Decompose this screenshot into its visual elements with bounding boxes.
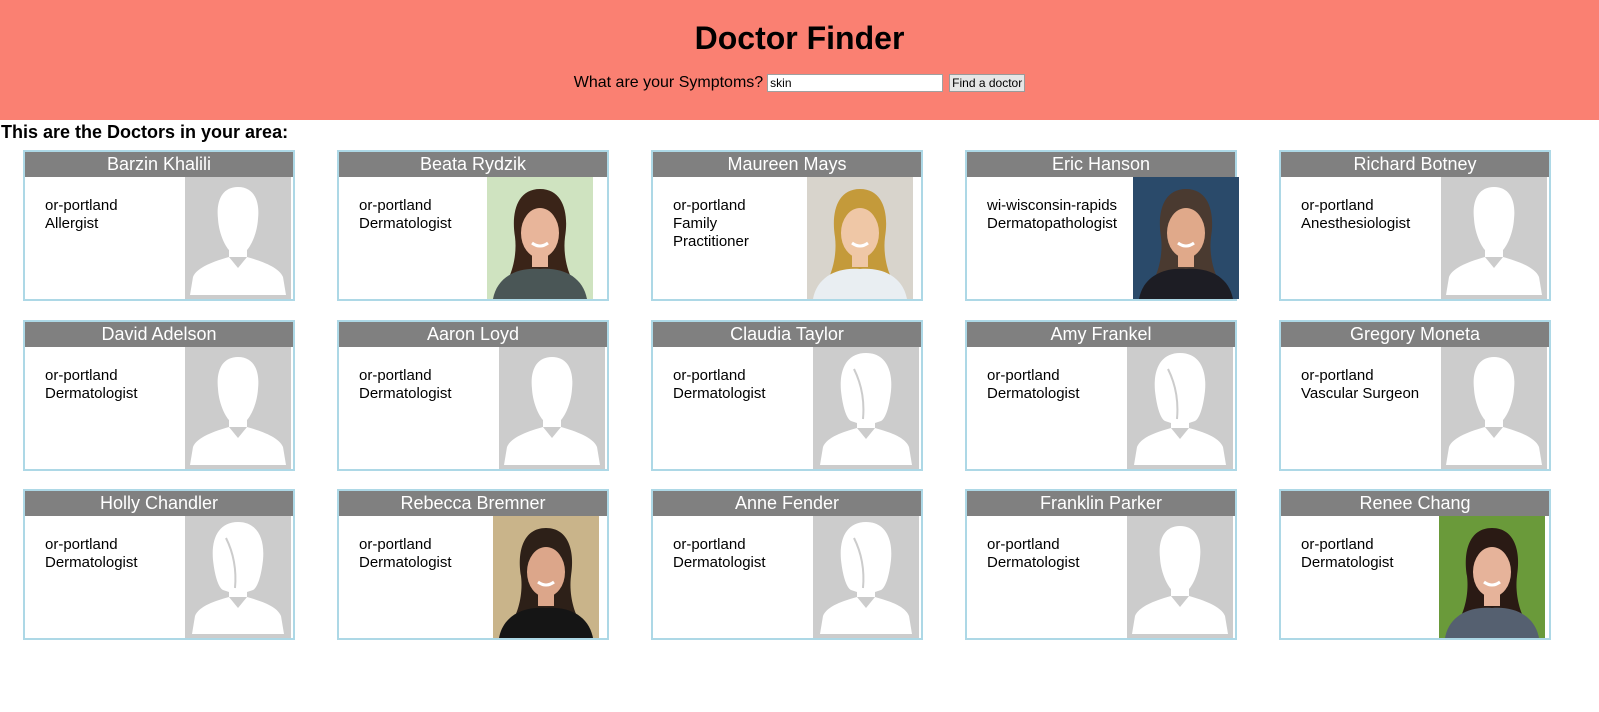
placeholder-avatar-icon xyxy=(1441,347,1547,469)
doctor-info: or-portland Dermatologist xyxy=(359,367,499,403)
placeholder-avatar-icon xyxy=(813,516,919,638)
doctor-specialty: Dermatologist xyxy=(987,385,1080,402)
doctor-location: or-portland xyxy=(1301,536,1374,553)
doctor-specialty: Dermatologist xyxy=(987,554,1080,571)
doctor-info: or-portland Anesthesiologist xyxy=(1301,197,1441,233)
placeholder-avatar-icon xyxy=(813,347,919,469)
doctor-card[interactable]: Beata Rydzik or-portland Dermatologist xyxy=(337,150,609,301)
doctor-location: or-portland xyxy=(673,367,746,384)
doctor-location: or-portland xyxy=(1301,367,1374,384)
doctor-specialty: Dermatologist xyxy=(359,215,452,232)
doctor-info: or-portland Dermatologist xyxy=(673,536,813,572)
doctor-specialty: Dermatologist xyxy=(673,385,766,402)
doctor-name: Maureen Mays xyxy=(653,152,921,177)
doctor-specialty: Dermatologist xyxy=(45,554,138,571)
doctor-info: or-portland Dermatologist xyxy=(987,367,1127,403)
placeholder-avatar-icon xyxy=(1441,177,1547,299)
doctor-card[interactable]: Maureen Mays or-portland Family Practition… xyxy=(651,150,923,301)
doctor-location: or-portland xyxy=(45,536,118,553)
doctor-card[interactable]: Gregory Moneta or-portland Vascular Surgeo… xyxy=(1279,320,1551,471)
doctor-specialty: Dermatopathologist xyxy=(987,215,1118,232)
symptom-label: What are your Symptoms? xyxy=(573,74,764,91)
doctor-specialty: Allergist xyxy=(45,215,99,232)
doctor-info: or-portland Allergist xyxy=(45,197,185,233)
doctor-info: or-portland Dermatologist xyxy=(45,367,185,403)
doctor-photo xyxy=(1439,516,1545,638)
doctor-specialty: Family Practitioner xyxy=(673,215,749,250)
symptom-input[interactable] xyxy=(767,74,944,92)
doctor-name: Barzin Khalili xyxy=(25,152,293,177)
placeholder-avatar-icon xyxy=(499,347,605,469)
placeholder-avatar-icon xyxy=(185,347,291,469)
doctor-name: Franklin Parker xyxy=(967,491,1235,516)
doctor-grid: Barzin Khalili or-portland Allergist Beata… xyxy=(0,142,1599,702)
doctor-location: or-portland xyxy=(359,197,432,214)
doctor-location: or-portland xyxy=(673,197,746,214)
doctor-info: or-portland Dermatologist xyxy=(359,197,499,233)
doctor-photo xyxy=(807,177,913,299)
doctor-card[interactable]: Anne Fender or-portland Dermatologist xyxy=(651,489,923,640)
doctor-name: Eric Hanson xyxy=(967,152,1235,177)
results-heading: This are the Doctors in your area: xyxy=(1,122,289,142)
doctor-location: or-portland xyxy=(987,367,1060,384)
doctor-specialty: Dermatologist xyxy=(45,385,138,402)
placeholder-avatar-icon xyxy=(185,177,291,299)
doctor-location: or-portland xyxy=(45,367,118,384)
doctor-info: or-portland Vascular Surgeon xyxy=(1301,367,1441,403)
placeholder-avatar-icon xyxy=(1127,347,1233,469)
doctor-location: or-portland xyxy=(45,197,118,214)
doctor-specialty: Dermatologist xyxy=(1301,554,1394,571)
doctor-name: Claudia Taylor xyxy=(653,322,921,347)
doctor-name: Beata Rydzik xyxy=(339,152,607,177)
doctor-info: or-portland Family Practitioner xyxy=(673,197,813,251)
doctor-specialty: Vascular Surgeon xyxy=(1301,385,1420,402)
doctor-location: or-portland xyxy=(359,367,432,384)
doctor-info: or-portland Dermatologist xyxy=(1301,536,1441,572)
doctor-name: Richard Botney xyxy=(1281,152,1549,177)
symptom-search-form: What are your Symptoms? Find a doctor xyxy=(0,74,1599,92)
doctor-location: or-portland xyxy=(987,536,1060,553)
doctor-location: or-portland xyxy=(673,536,746,553)
doctor-card[interactable]: Holly Chandler or-portland Dermatologist xyxy=(23,489,295,640)
doctor-name: Gregory Moneta xyxy=(1281,322,1549,347)
doctor-card[interactable]: Barzin Khalili or-portland Allergist xyxy=(23,150,295,301)
doctor-card[interactable]: Amy Frankel or-portland Dermatologist xyxy=(965,320,1237,471)
placeholder-avatar-icon xyxy=(185,516,291,638)
doctor-card[interactable]: Franklin Parker or-portland Dermatologist xyxy=(965,489,1237,640)
doctor-card[interactable]: Claudia Taylor or-portland Dermatologist xyxy=(651,320,923,471)
doctor-photo xyxy=(1133,177,1239,299)
doctor-name: Rebecca Bremner xyxy=(339,491,607,516)
find-doctor-button[interactable]: Find a doctor xyxy=(949,74,1026,92)
doctor-card[interactable]: Aaron Loyd or-portland Dermatologist xyxy=(337,320,609,471)
doctor-card[interactable]: David Adelson or-portland Dermatologist xyxy=(23,320,295,471)
doctor-card[interactable]: Eric Hanson wi-wisconsin-rapids Dermatopat… xyxy=(965,150,1239,301)
page-header: Doctor Finder What are your Symptoms? Fi… xyxy=(0,0,1599,120)
doctor-info: or-portland Dermatologist xyxy=(45,536,185,572)
doctor-card[interactable]: Renee Chang or-portland Dermatologist xyxy=(1279,489,1551,640)
doctor-info: wi-wisconsin-rapids Dermatopathologist xyxy=(987,197,1127,233)
doctor-name: Holly Chandler xyxy=(25,491,293,516)
doctor-location: or-portland xyxy=(1301,197,1374,214)
doctor-name: Aaron Loyd xyxy=(339,322,607,347)
doctor-card[interactable]: Rebecca Bremner or-portland Dermatologist xyxy=(337,489,609,640)
doctor-location: wi-wisconsin-rapids xyxy=(987,197,1118,214)
doctor-info: or-portland Dermatologist xyxy=(359,536,499,572)
doctor-info: or-portland Dermatologist xyxy=(987,536,1127,572)
doctor-specialty: Dermatologist xyxy=(359,385,452,402)
doctor-info: or-portland Dermatologist xyxy=(673,367,813,403)
doctor-location: or-portland xyxy=(359,536,432,553)
doctor-name: Amy Frankel xyxy=(967,322,1235,347)
placeholder-avatar-icon xyxy=(1127,516,1233,638)
doctor-name: Renee Chang xyxy=(1281,491,1549,516)
page-title: Doctor Finder xyxy=(694,20,905,56)
doctor-specialty: Dermatologist xyxy=(359,554,452,571)
doctor-specialty: Dermatologist xyxy=(673,554,766,571)
doctor-name: Anne Fender xyxy=(653,491,921,516)
doctor-photo xyxy=(493,516,599,638)
doctor-photo xyxy=(487,177,593,299)
doctor-specialty: Anesthesiologist xyxy=(1301,215,1411,232)
doctor-name: David Adelson xyxy=(25,322,293,347)
doctor-card[interactable]: Richard Botney or-portland Anesthesiologis… xyxy=(1279,150,1551,301)
